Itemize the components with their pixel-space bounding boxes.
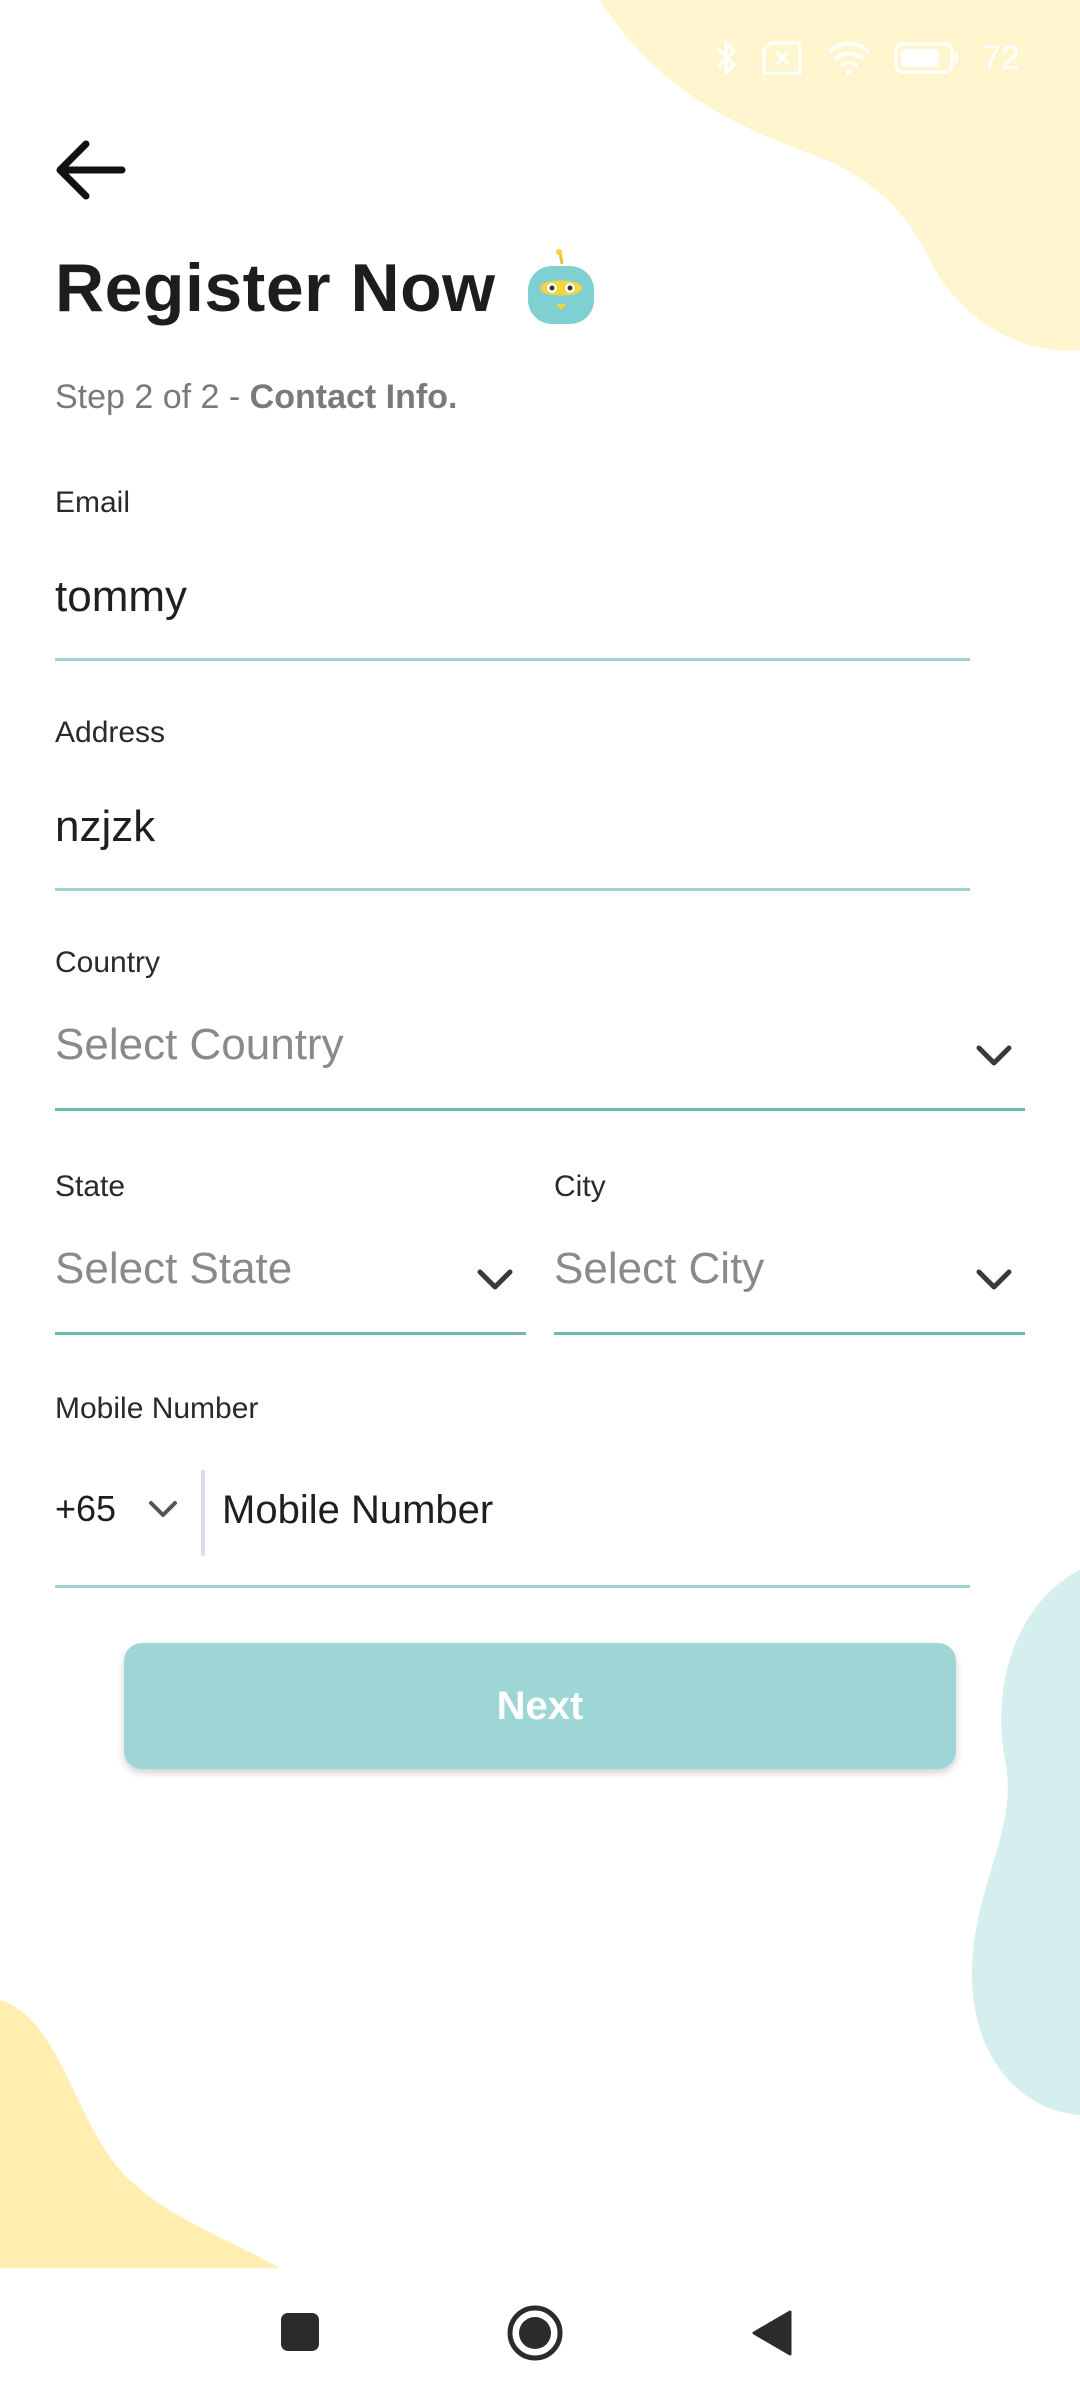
city-select[interactable]: Select City — [554, 1214, 1025, 1335]
recent-apps-icon[interactable] — [278, 2310, 322, 2354]
system-navigation-bar — [0, 2268, 1080, 2400]
wifi-icon — [827, 42, 871, 75]
step-prefix: Step 2 of 2 - — [55, 378, 250, 416]
back-nav-icon[interactable] — [748, 2308, 794, 2358]
email-field[interactable]: tommy — [55, 530, 970, 661]
back-arrow-icon[interactable] — [52, 130, 132, 210]
city-label: City — [554, 1170, 606, 1203]
country-select[interactable]: Select Country — [55, 990, 1025, 1111]
country-code-selector[interactable]: +65 — [55, 1488, 116, 1530]
status-bar: 72 — [714, 30, 1020, 86]
chevron-down-icon — [976, 1045, 1012, 1066]
battery-icon — [894, 42, 959, 74]
title-row: Register Now — [55, 248, 600, 328]
code-divider — [201, 1470, 205, 1556]
mobile-number-field: +65 Mobile Number — [55, 1460, 970, 1588]
chevron-down-icon[interactable] — [148, 1500, 178, 1520]
step-section: Contact Info. — [249, 378, 458, 416]
step-indicator: Step 2 of 2 - Contact Info. — [55, 378, 457, 417]
mobile-number-input[interactable]: Mobile Number — [222, 1488, 493, 1533]
city-placeholder: Select City — [554, 1244, 765, 1293]
state-select[interactable]: Select State — [55, 1214, 526, 1335]
bluetooth-icon — [717, 39, 737, 77]
robot-mascot-icon — [527, 249, 594, 324]
no-sim-icon — [762, 41, 802, 75]
country-placeholder: Select Country — [55, 1020, 344, 1069]
email-label: Email — [55, 486, 131, 519]
state-label: State — [55, 1170, 126, 1203]
next-button-label: Next — [496, 1683, 584, 1728]
chevron-down-icon — [477, 1269, 513, 1290]
page-title: Register Now — [55, 250, 496, 326]
battery-level-text: 72 — [982, 38, 1020, 77]
state-placeholder: Select State — [55, 1244, 293, 1293]
bottom-left-yellow-blob — [0, 2000, 280, 2268]
email-value: tommy — [55, 572, 187, 621]
address-field[interactable]: nzjzk — [55, 760, 970, 891]
mobile-label: Mobile Number — [55, 1392, 259, 1425]
address-value: nzjzk — [55, 802, 156, 851]
country-label: Country — [55, 946, 161, 979]
right-teal-blob — [971, 1570, 1080, 2115]
address-label: Address — [55, 716, 166, 749]
chevron-down-icon — [976, 1269, 1012, 1290]
home-icon[interactable] — [506, 2304, 564, 2362]
next-button[interactable]: Next — [124, 1643, 956, 1769]
